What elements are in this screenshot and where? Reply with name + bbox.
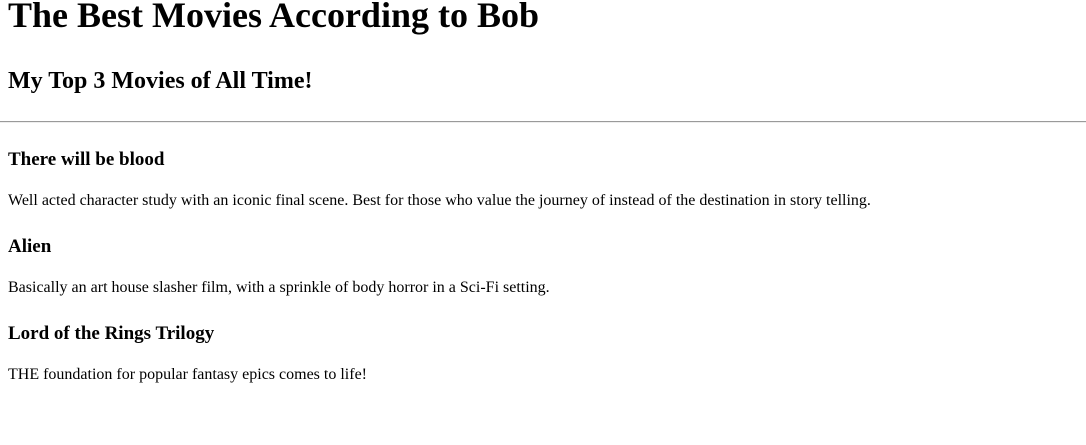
movie-item: Alien Basically an art house slasher fil… — [8, 236, 1078, 298]
movie-description: THE foundation for popular fantasy epics… — [8, 366, 367, 383]
page-subtitle: My Top 3 Movies of All Time! — [8, 68, 313, 94]
divider — [0, 121, 1086, 123]
movie-title: Lord of the Rings Trilogy — [8, 323, 215, 344]
page-title: The Best Movies According to Bob — [8, 0, 539, 35]
movie-title: Alien — [8, 236, 52, 257]
movie-description: Well acted character study with an iconi… — [8, 192, 871, 209]
movie-title: There will be blood — [8, 149, 165, 170]
movie-list: There will be blood Well acted character… — [8, 149, 1078, 385]
movie-description: Basically an art house slasher film, wit… — [8, 279, 550, 296]
movie-item: Lord of the Rings Trilogy THE foundation… — [8, 323, 1078, 385]
movie-item: There will be blood Well acted character… — [8, 149, 1078, 211]
